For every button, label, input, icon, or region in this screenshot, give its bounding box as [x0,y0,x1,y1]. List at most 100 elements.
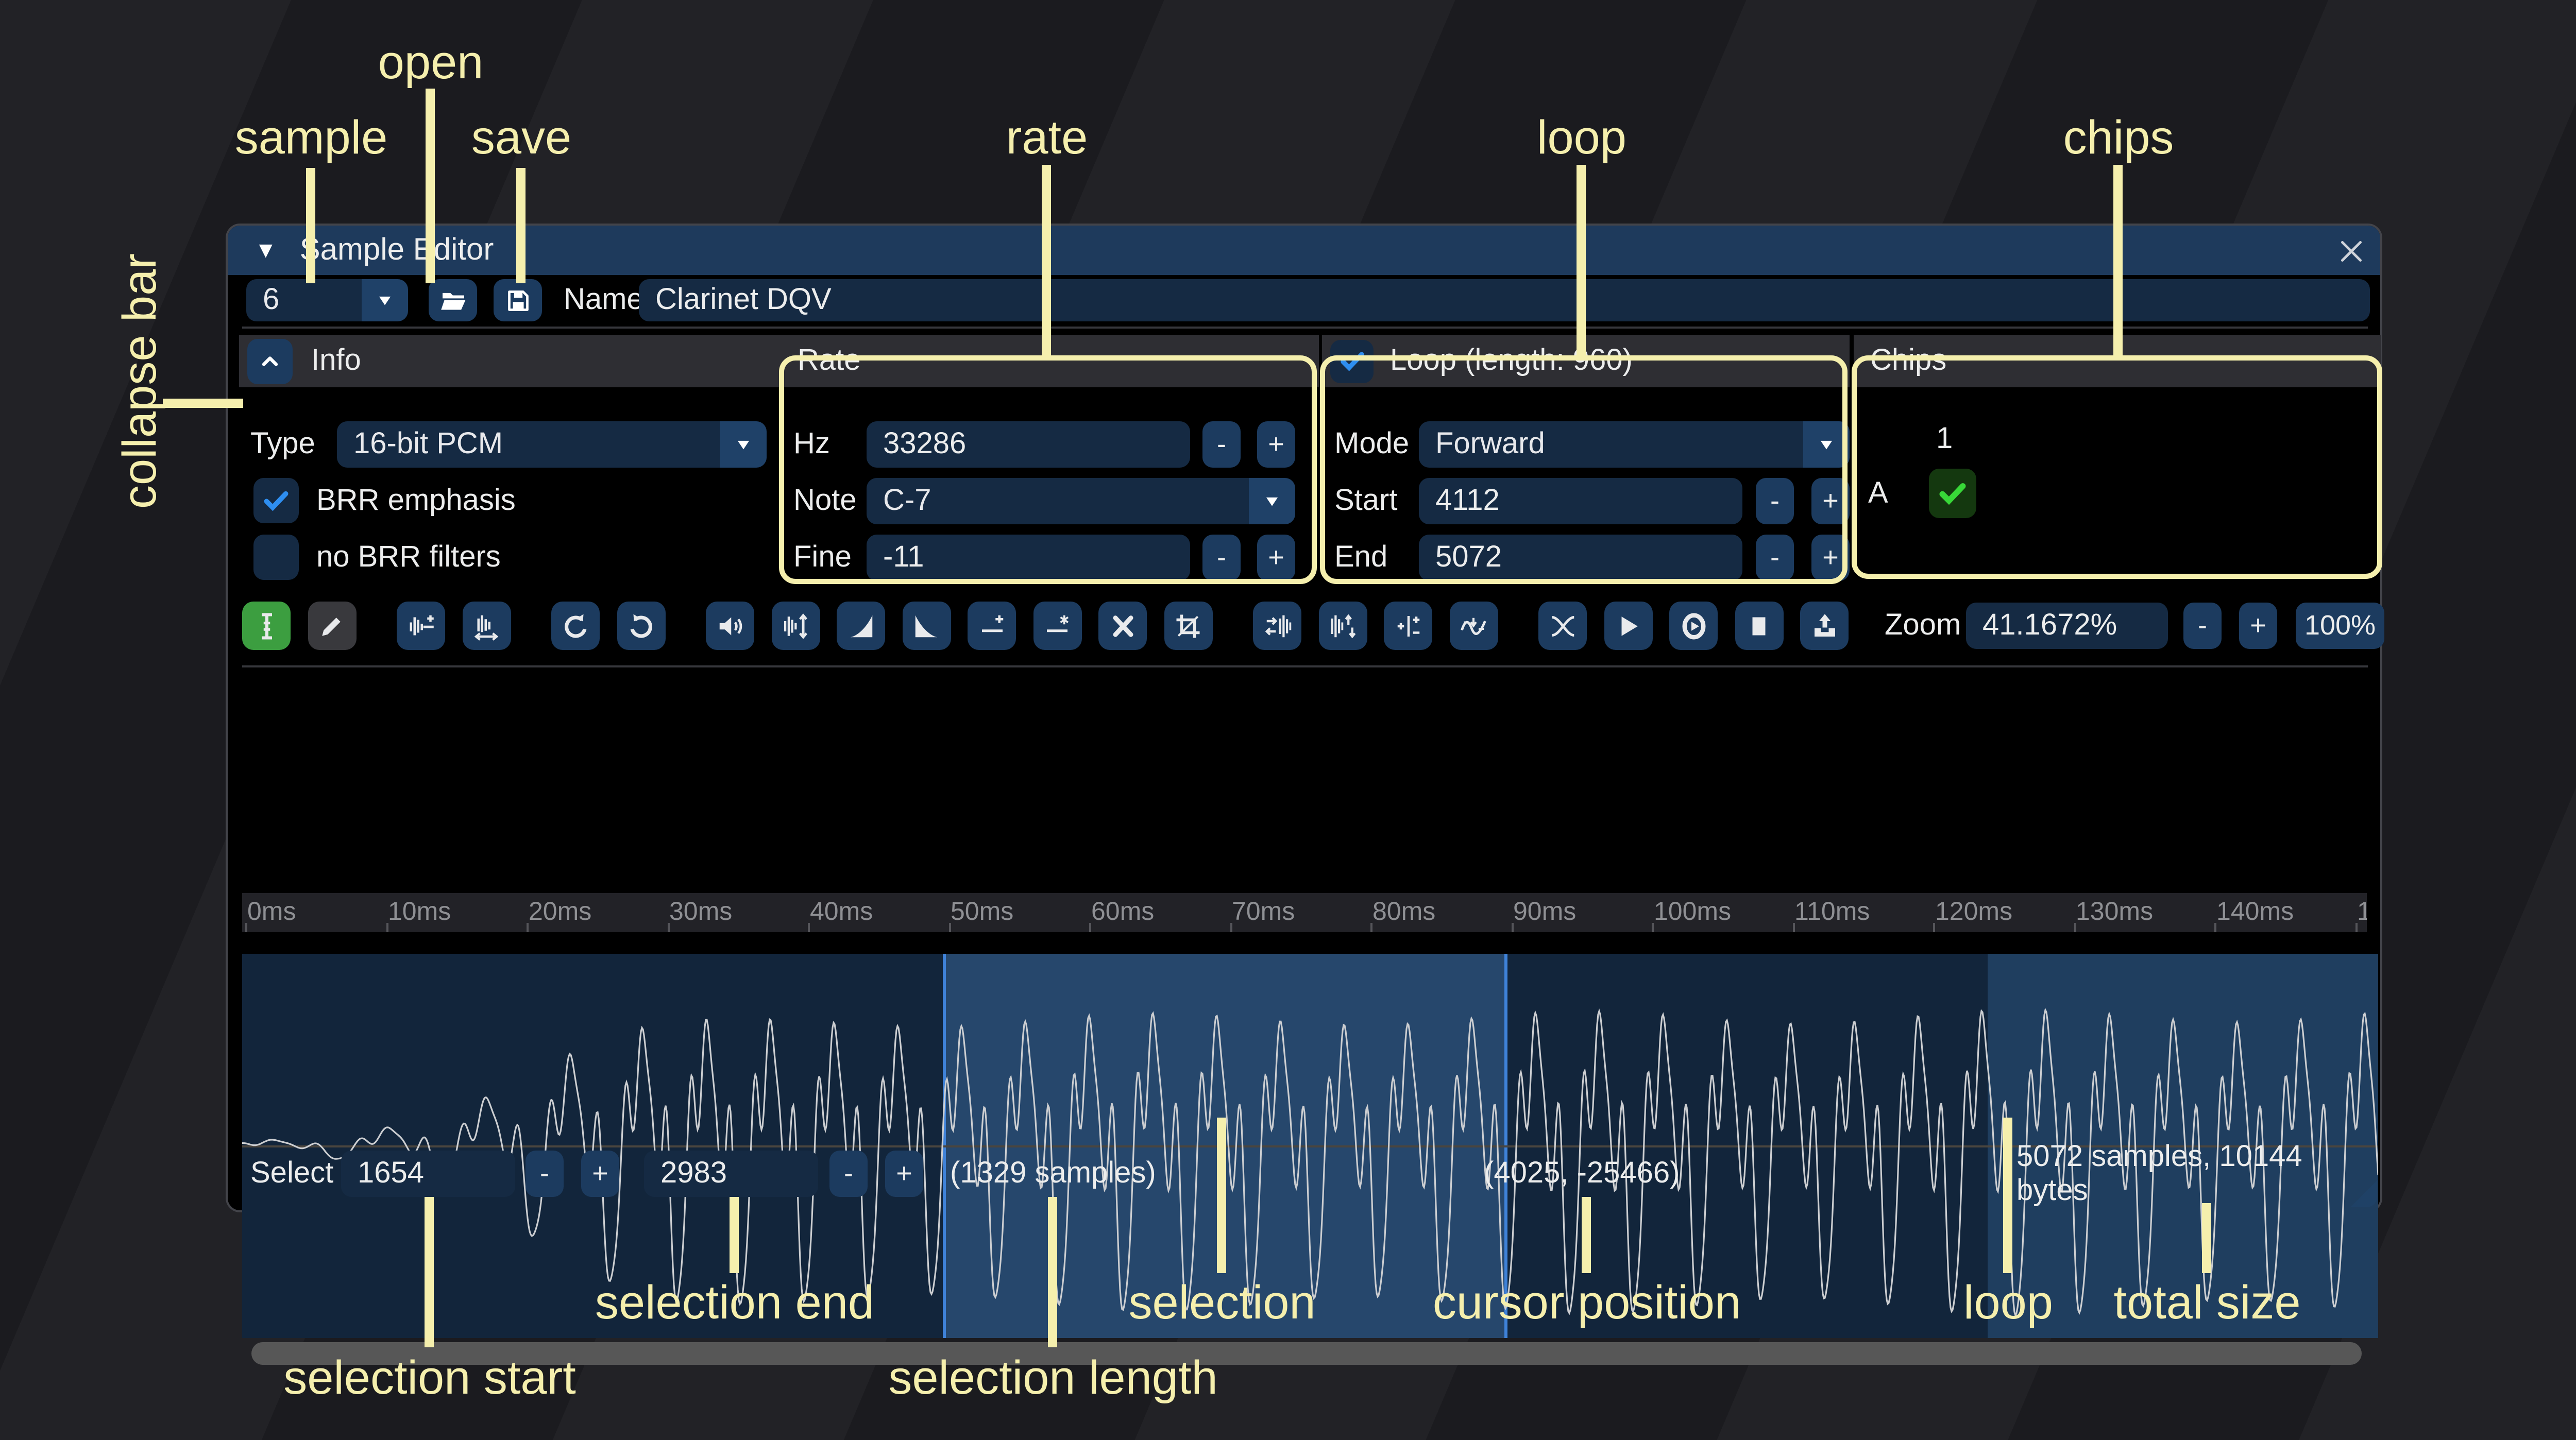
loop-mode-select[interactable]: Forward [1419,421,1850,468]
chip-row-label: A [1868,469,1888,518]
zoom-reset-button[interactable]: 100% [2296,603,2384,649]
preview-selection-button[interactable] [1669,602,1718,650]
normalize-button[interactable] [771,602,820,650]
undo-button[interactable] [551,602,600,650]
make-instrument-button[interactable] [1800,602,1849,650]
ruler-label: 120ms [1935,897,2012,927]
trim-button[interactable] [1164,602,1212,650]
insert-silence-button[interactable] [968,602,1016,650]
delete-button[interactable] [1098,602,1147,650]
loop-start-input[interactable]: 4112 [1419,478,1742,524]
ruler-tick [527,923,529,932]
no-brr-filters-checkbox[interactable] [253,535,299,580]
loop-start-minus-button[interactable]: - [1756,478,1794,524]
ruler-tick [2214,923,2216,932]
fade-in-button[interactable] [837,602,885,650]
stop-icon [1743,610,1774,641]
chevron-down-icon[interactable] [1249,478,1295,524]
callout-line-open [426,89,435,283]
chips-header-label: Chips [1870,344,1946,378]
brr-emphasis-checkbox[interactable] [253,478,299,523]
annotation-loop: loop [1537,109,1626,165]
sample-select[interactable]: 6 [246,279,408,321]
loop-header-label: Loop (length: 960) [1390,344,1633,378]
filter-button[interactable] [1449,602,1498,650]
fine-minus-button[interactable]: - [1202,535,1241,581]
selection-length-text: (1329 samples) [950,1151,1156,1197]
name-input[interactable]: Clarinet DQV [639,279,2370,321]
type-label: Type [250,421,315,468]
hz-input[interactable]: 33286 [867,421,1190,468]
selection-end-input[interactable]: 2983 [644,1151,818,1197]
info-collapse-button[interactable] [247,338,293,384]
rate-header-label: Rate [798,344,861,378]
loop-enable-checkbox[interactable] [1330,339,1374,383]
resize-button[interactable] [397,602,445,650]
note-select[interactable]: C-7 [867,478,1295,524]
fine-input[interactable]: -11 [867,535,1190,581]
chevron-up-icon [257,348,283,374]
stop-preview-button[interactable] [1735,602,1783,650]
reverse-button[interactable] [1253,602,1301,650]
close-button[interactable] [2333,233,2370,270]
loop-end-minus-button[interactable]: - [1756,535,1794,581]
save-icon [503,286,532,315]
loop-end-input[interactable]: 5072 [1419,535,1742,581]
amplify-button[interactable] [706,602,754,650]
selection-start-plus-button[interactable]: + [581,1151,619,1197]
ruler-label: 0ms [247,897,296,927]
zoom-out-button[interactable]: - [2183,603,2222,649]
ruler-label: 40ms [810,897,873,927]
callout-line-selection-start [425,1197,434,1347]
speaker-icon [715,610,745,641]
check-icon [260,484,293,517]
select-label: Select [250,1151,333,1197]
chevron-down-icon[interactable] [362,279,408,321]
selection-start-input[interactable]: 1654 [341,1151,515,1197]
open-button[interactable] [429,279,477,321]
close-icon [2336,236,2367,267]
ruler-label: 50ms [951,897,1013,927]
fine-plus-button[interactable]: + [1257,535,1295,581]
window-collapse-icon[interactable]: ▼ [255,237,277,264]
chevron-down-icon[interactable] [1803,421,1850,468]
ruler-label: 30ms [669,897,732,927]
preview-button[interactable] [1604,602,1652,650]
ruler-label: 110ms [1794,897,1870,927]
line-star-icon [1042,610,1073,641]
resample-button[interactable] [462,602,511,650]
resize-grip[interactable] [2350,1180,2377,1207]
timeline-ruler[interactable]: 0ms10ms20ms30ms40ms50ms60ms70ms80ms90ms1… [242,893,2367,932]
sample-select-value: 6 [246,279,362,321]
crossfade-button[interactable] [1538,602,1587,650]
ruler-tick [948,923,951,932]
redo-button[interactable] [617,602,665,650]
loop-start-plus-button[interactable]: + [1811,478,1850,524]
fade-out-button[interactable] [902,602,951,650]
window-titlebar[interactable]: ▼ Sample Editor [228,226,2380,275]
zoom-input[interactable]: 41.1672% [1966,603,2168,649]
selection-end-plus-button[interactable]: + [885,1151,923,1197]
ruler-label: 150ms [2357,897,2367,927]
invert-button[interactable] [1318,602,1367,650]
divider [242,327,2368,329]
signed-unsigned-button[interactable] [1384,602,1432,650]
selection-start-minus-button[interactable]: - [526,1151,564,1197]
selection-end-minus-button[interactable]: - [829,1151,868,1197]
ruler-label: 60ms [1091,897,1154,927]
hz-minus-button[interactable]: - [1202,421,1241,468]
annotation-selection-end: selection end [595,1274,874,1330]
annotation-loop-bottom: loop [1963,1274,2053,1330]
type-select[interactable]: 16-bit PCM [337,421,767,468]
loop-end-plus-button[interactable]: + [1811,535,1850,581]
chevron-down-icon[interactable] [720,421,767,468]
draw-mode-button[interactable] [308,602,356,650]
hz-plus-button[interactable]: + [1257,421,1295,468]
zoom-in-button[interactable]: + [2239,603,2277,649]
apply-silence-button[interactable] [1033,602,1081,650]
chip-a-checkbox[interactable] [1929,469,1976,518]
save-button[interactable] [494,279,542,321]
annotation-selection: selection [1128,1274,1315,1330]
edit-mode-button[interactable] [242,602,291,650]
callout-line-loop [1577,165,1586,357]
